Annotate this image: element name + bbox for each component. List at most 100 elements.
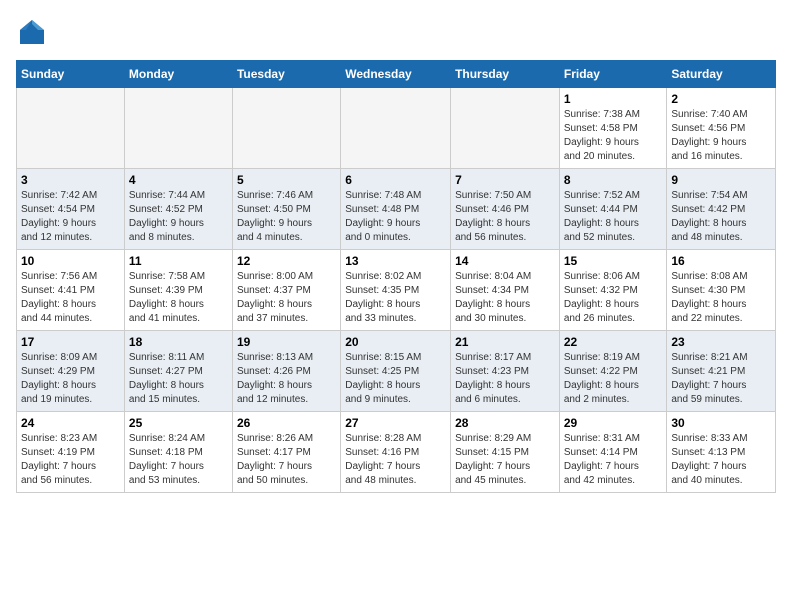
day-number: 14: [455, 254, 555, 268]
calendar-day-cell: 12 Sunrise: 8:00 AM Sunset: 4:37 PM Dayli…: [232, 250, 340, 331]
calendar-day-cell: 14 Sunrise: 8:04 AM Sunset: 4:34 PM Dayli…: [451, 250, 560, 331]
day-info: Sunrise: 7:40 AM Sunset: 4:56 PM Dayligh…: [671, 108, 771, 164]
calendar-day-cell: 27 Sunrise: 8:28 AM Sunset: 4:16 PM Dayli…: [341, 412, 451, 493]
day-number: 8: [564, 173, 663, 187]
calendar-week-row: 10 Sunrise: 7:56 AM Sunset: 4:41 PM Dayli…: [17, 250, 776, 331]
page-header: [16, 16, 776, 48]
day-info: Sunrise: 7:56 AM Sunset: 4:41 PM Dayligh…: [21, 270, 120, 326]
day-number: 3: [21, 173, 120, 187]
day-number: 17: [21, 335, 120, 349]
day-info: Sunrise: 8:11 AM Sunset: 4:27 PM Dayligh…: [129, 351, 228, 407]
day-number: 6: [345, 173, 446, 187]
day-info: Sunrise: 8:17 AM Sunset: 4:23 PM Dayligh…: [455, 351, 555, 407]
calendar-day-cell: 30Sunrise: 8:33 AM Sunset: 4:13 PM Dayli…: [667, 412, 776, 493]
day-info: Sunrise: 8:15 AM Sunset: 4:25 PM Dayligh…: [345, 351, 446, 407]
day-number: 10: [21, 254, 120, 268]
day-info: Sunrise: 7:58 AM Sunset: 4:39 PM Dayligh…: [129, 270, 228, 326]
calendar-day-cell: [17, 88, 125, 169]
day-number: 22: [564, 335, 663, 349]
day-info: Sunrise: 8:00 AM Sunset: 4:37 PM Dayligh…: [237, 270, 336, 326]
day-info: Sunrise: 8:26 AM Sunset: 4:17 PM Dayligh…: [237, 432, 336, 488]
calendar-day-cell: 9 Sunrise: 7:54 AM Sunset: 4:42 PM Daylig…: [667, 169, 776, 250]
calendar-day-cell: 6Sunrise: 7:48 AM Sunset: 4:48 PM Daylig…: [341, 169, 451, 250]
day-info: Sunrise: 7:50 AM Sunset: 4:46 PM Dayligh…: [455, 189, 555, 245]
calendar-day-cell: 21 Sunrise: 8:17 AM Sunset: 4:23 PM Dayli…: [451, 331, 560, 412]
calendar-day-cell: [124, 88, 232, 169]
day-number: 1: [564, 92, 663, 106]
calendar-day-cell: 8 Sunrise: 7:52 AM Sunset: 4:44 PM Daylig…: [559, 169, 667, 250]
day-info: Sunrise: 8:28 AM Sunset: 4:16 PM Dayligh…: [345, 432, 446, 488]
calendar-day-cell: 19 Sunrise: 8:13 AM Sunset: 4:26 PM Dayli…: [232, 331, 340, 412]
day-info: Sunrise: 8:09 AM Sunset: 4:29 PM Dayligh…: [21, 351, 120, 407]
calendar-header-monday: Monday: [124, 61, 232, 88]
calendar-header-saturday: Saturday: [667, 61, 776, 88]
logo-icon: [16, 16, 48, 48]
day-number: 5: [237, 173, 336, 187]
calendar-day-cell: 15 Sunrise: 8:06 AM Sunset: 4:32 PM Dayli…: [559, 250, 667, 331]
calendar-header-thursday: Thursday: [451, 61, 560, 88]
calendar-day-cell: 13 Sunrise: 8:02 AM Sunset: 4:35 PM Dayli…: [341, 250, 451, 331]
calendar-day-cell: [232, 88, 340, 169]
day-number: 15: [564, 254, 663, 268]
calendar: SundayMondayTuesdayWednesdayThursdayFrid…: [16, 60, 776, 493]
calendar-day-cell: 28 Sunrise: 8:29 AM Sunset: 4:15 PM Dayli…: [451, 412, 560, 493]
calendar-week-row: 3 Sunrise: 7:42 AM Sunset: 4:54 PM Daylig…: [17, 169, 776, 250]
day-number: 27: [345, 416, 446, 430]
day-number: 9: [671, 173, 771, 187]
calendar-day-cell: 29Sunrise: 8:31 AM Sunset: 4:14 PM Dayli…: [559, 412, 667, 493]
day-info: Sunrise: 8:02 AM Sunset: 4:35 PM Dayligh…: [345, 270, 446, 326]
calendar-header-friday: Friday: [559, 61, 667, 88]
day-number: 4: [129, 173, 228, 187]
day-number: 30: [671, 416, 771, 430]
day-info: Sunrise: 8:04 AM Sunset: 4:34 PM Dayligh…: [455, 270, 555, 326]
day-info: Sunrise: 7:38 AM Sunset: 4:58 PM Dayligh…: [564, 108, 663, 164]
day-info: Sunrise: 8:08 AM Sunset: 4:30 PM Dayligh…: [671, 270, 771, 326]
day-number: 19: [237, 335, 336, 349]
day-info: Sunrise: 8:21 AM Sunset: 4:21 PM Dayligh…: [671, 351, 771, 407]
day-info: Sunrise: 8:13 AM Sunset: 4:26 PM Dayligh…: [237, 351, 336, 407]
day-number: 2: [671, 92, 771, 106]
calendar-day-cell: 5 Sunrise: 7:46 AM Sunset: 4:50 PM Daylig…: [232, 169, 340, 250]
calendar-day-cell: 25Sunrise: 8:24 AM Sunset: 4:18 PM Dayli…: [124, 412, 232, 493]
calendar-day-cell: 17 Sunrise: 8:09 AM Sunset: 4:29 PM Dayli…: [17, 331, 125, 412]
day-number: 16: [671, 254, 771, 268]
day-info: Sunrise: 7:46 AM Sunset: 4:50 PM Dayligh…: [237, 189, 336, 245]
calendar-header-row: SundayMondayTuesdayWednesdayThursdayFrid…: [17, 61, 776, 88]
calendar-day-cell: 3 Sunrise: 7:42 AM Sunset: 4:54 PM Daylig…: [17, 169, 125, 250]
calendar-day-cell: 10 Sunrise: 7:56 AM Sunset: 4:41 PM Dayli…: [17, 250, 125, 331]
calendar-day-cell: 23 Sunrise: 8:21 AM Sunset: 4:21 PM Dayli…: [667, 331, 776, 412]
day-info: Sunrise: 8:06 AM Sunset: 4:32 PM Dayligh…: [564, 270, 663, 326]
day-number: 20: [345, 335, 446, 349]
calendar-day-cell: 1 Sunrise: 7:38 AM Sunset: 4:58 PM Daylig…: [559, 88, 667, 169]
day-info: Sunrise: 7:52 AM Sunset: 4:44 PM Dayligh…: [564, 189, 663, 245]
calendar-header-wednesday: Wednesday: [341, 61, 451, 88]
logo: [16, 16, 52, 48]
day-info: Sunrise: 7:54 AM Sunset: 4:42 PM Dayligh…: [671, 189, 771, 245]
calendar-day-cell: 24 Sunrise: 8:23 AM Sunset: 4:19 PM Dayli…: [17, 412, 125, 493]
calendar-day-cell: 11 Sunrise: 7:58 AM Sunset: 4:39 PM Dayli…: [124, 250, 232, 331]
day-number: 7: [455, 173, 555, 187]
calendar-day-cell: 26 Sunrise: 8:26 AM Sunset: 4:17 PM Dayli…: [232, 412, 340, 493]
calendar-day-cell: 18Sunrise: 8:11 AM Sunset: 4:27 PM Dayli…: [124, 331, 232, 412]
day-number: 13: [345, 254, 446, 268]
day-number: 23: [671, 335, 771, 349]
calendar-day-cell: 22 Sunrise: 8:19 AM Sunset: 4:22 PM Dayli…: [559, 331, 667, 412]
calendar-day-cell: 2 Sunrise: 7:40 AM Sunset: 4:56 PM Daylig…: [667, 88, 776, 169]
day-info: Sunrise: 8:24 AM Sunset: 4:18 PM Dayligh…: [129, 432, 228, 488]
calendar-week-row: 1 Sunrise: 7:38 AM Sunset: 4:58 PM Daylig…: [17, 88, 776, 169]
day-info: Sunrise: 7:42 AM Sunset: 4:54 PM Dayligh…: [21, 189, 120, 245]
day-number: 11: [129, 254, 228, 268]
day-number: 12: [237, 254, 336, 268]
calendar-day-cell: 4Sunrise: 7:44 AM Sunset: 4:52 PM Daylig…: [124, 169, 232, 250]
day-info: Sunrise: 8:19 AM Sunset: 4:22 PM Dayligh…: [564, 351, 663, 407]
calendar-day-cell: 7 Sunrise: 7:50 AM Sunset: 4:46 PM Daylig…: [451, 169, 560, 250]
calendar-header-tuesday: Tuesday: [232, 61, 340, 88]
day-info: Sunrise: 8:23 AM Sunset: 4:19 PM Dayligh…: [21, 432, 120, 488]
calendar-day-cell: [451, 88, 560, 169]
day-number: 24: [21, 416, 120, 430]
day-number: 28: [455, 416, 555, 430]
day-number: 21: [455, 335, 555, 349]
calendar-week-row: 24 Sunrise: 8:23 AM Sunset: 4:19 PM Dayli…: [17, 412, 776, 493]
day-info: Sunrise: 8:29 AM Sunset: 4:15 PM Dayligh…: [455, 432, 555, 488]
day-number: 26: [237, 416, 336, 430]
